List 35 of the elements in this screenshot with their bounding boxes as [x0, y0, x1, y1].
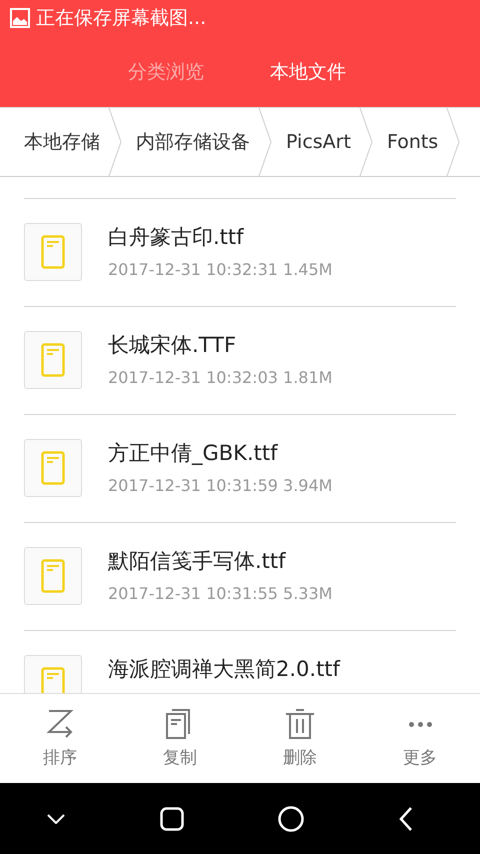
- image-icon: [10, 8, 30, 28]
- toolbar-button[interactable]: 删除: [265, 708, 335, 769]
- document-icon: [41, 667, 65, 693]
- notification-text: 正在保存屏幕截图...: [36, 6, 206, 31]
- breadcrumb-item[interactable]: 本地存储: [0, 129, 108, 155]
- recents-icon[interactable]: [160, 806, 184, 830]
- document-icon: [41, 235, 65, 269]
- home-icon[interactable]: [278, 806, 304, 832]
- file-name[interactable]: 方正中倩_GBK.ttf: [108, 439, 332, 467]
- trash-icon: [285, 708, 315, 740]
- file-details: 2017-12-31 10:32:31 1.45M: [108, 260, 332, 279]
- breadcrumb-item[interactable]: Fonts: [372, 131, 446, 153]
- back-icon[interactable]: [398, 806, 413, 830]
- document-icon: [41, 451, 65, 485]
- chevron-icon: [108, 108, 122, 176]
- chevron-icon: [258, 108, 272, 176]
- file-name[interactable]: 默陌信笺手写体.ttf: [108, 547, 332, 575]
- chevron-icon: [358, 108, 373, 176]
- document-icon: [41, 559, 65, 593]
- file-details: 2017-12-31 10:32:03 1.81M: [108, 368, 332, 387]
- chevron-icon: [446, 108, 460, 176]
- toolbar-button[interactable]: 复制: [145, 708, 215, 769]
- more-icon: [408, 722, 432, 727]
- sort-icon: [45, 708, 75, 740]
- file-name[interactable]: 白舟篆古印.ttf: [108, 223, 332, 251]
- toolbar-button[interactable]: 更多: [385, 708, 455, 769]
- file-name[interactable]: 海派腔调禅大黑简2.0.ttf: [108, 655, 340, 683]
- breadcrumb-item[interactable]: PicsArt: [272, 131, 359, 153]
- file-name[interactable]: 长城宋体.TTF: [108, 331, 332, 359]
- file-details: 2017-12-31 10:31:55 5.33M: [108, 584, 332, 603]
- collapse-icon[interactable]: [47, 814, 66, 824]
- document-icon: [41, 343, 65, 377]
- breadcrumb-item[interactable]: 内部存储设备: [122, 129, 258, 155]
- toolbar-button[interactable]: 排序: [25, 708, 95, 769]
- file-details: 2017-12-31 10:31:59 3.94M: [108, 476, 332, 495]
